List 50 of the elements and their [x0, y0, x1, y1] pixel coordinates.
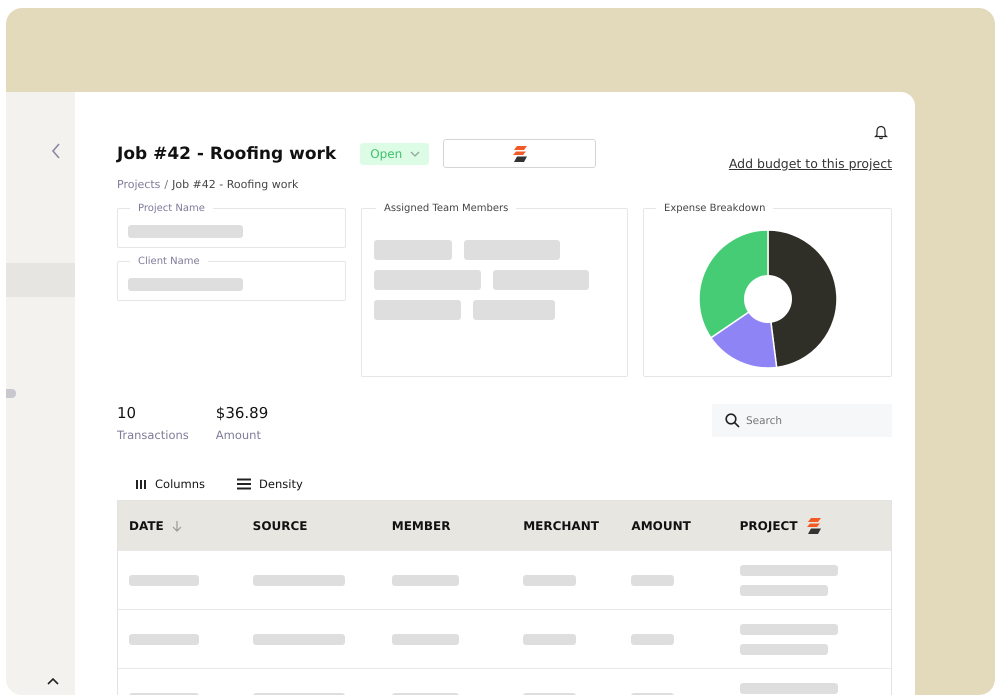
text-field[interactable]: Project Name — [117, 203, 346, 248]
skeleton-bar — [129, 634, 199, 644]
stat-value: 10 — [117, 404, 138, 422]
skeleton-bar — [392, 634, 459, 644]
page-title: Job #42 - Roofing work — [117, 144, 336, 164]
sidebar-toggle[interactable] — [6, 389, 16, 398]
columns-icon — [135, 478, 147, 490]
menu-icon — [237, 478, 252, 490]
stat-value: $36.89 — [216, 404, 268, 422]
chevron-left-icon[interactable] — [51, 143, 61, 159]
field-label: Project Name — [137, 203, 206, 214]
skeleton-bar — [523, 634, 576, 644]
toolbar-button[interactable]: Columns — [127, 472, 214, 496]
chevron-up-icon[interactable] — [47, 677, 59, 685]
column-header[interactable]: DATE — [118, 518, 242, 532]
skeleton-bar — [392, 574, 459, 586]
field-label: Client Name — [137, 256, 201, 267]
stat-label: Transactions — [117, 428, 189, 442]
column-header[interactable]: MERCHANT — [512, 518, 620, 532]
text-field[interactable]: Client Name — [117, 256, 346, 301]
column-header[interactable]: AMOUNT — [620, 518, 729, 532]
add-budget-link[interactable]: Add budget to this project — [728, 156, 892, 171]
search-icon — [725, 413, 740, 428]
skeleton-bar — [129, 574, 199, 586]
column-header[interactable]: SOURCE — [242, 518, 381, 532]
logo-icon — [806, 516, 822, 534]
column-title: MEMBER — [392, 518, 450, 532]
arrow-down-icon — [172, 520, 182, 532]
column-title: PROJECT — [740, 518, 798, 532]
stat-label: Amount — [216, 428, 262, 442]
column-title: DATE — [129, 518, 164, 532]
column-title: MERCHANT — [523, 518, 599, 532]
search-field[interactable]: Search — [712, 404, 892, 437]
panel-title: Assigned Team Members — [383, 203, 510, 214]
breadcrumb-separator: / — [164, 178, 168, 191]
skeleton-bar — [631, 634, 674, 644]
column-header[interactable]: PROJECT — [728, 516, 891, 534]
breadcrumb-item: Job #42 - Roofing work — [172, 178, 298, 191]
logo-button[interactable] — [443, 139, 596, 168]
skeleton-bar — [523, 574, 576, 586]
chevron-down-icon — [410, 150, 420, 156]
bell-icon[interactable] — [874, 124, 888, 140]
skeleton-bar — [631, 574, 674, 586]
column-title: AMOUNT — [631, 518, 691, 532]
column-title: SOURCE — [252, 518, 308, 532]
column-header[interactable]: MEMBER — [380, 518, 512, 532]
logo-icon — [512, 144, 528, 162]
breadcrumb-item[interactable]: Projects — [117, 178, 160, 191]
toolbar-button[interactable]: Density — [229, 472, 311, 496]
panel-title: Expense Breakdown — [663, 203, 766, 214]
